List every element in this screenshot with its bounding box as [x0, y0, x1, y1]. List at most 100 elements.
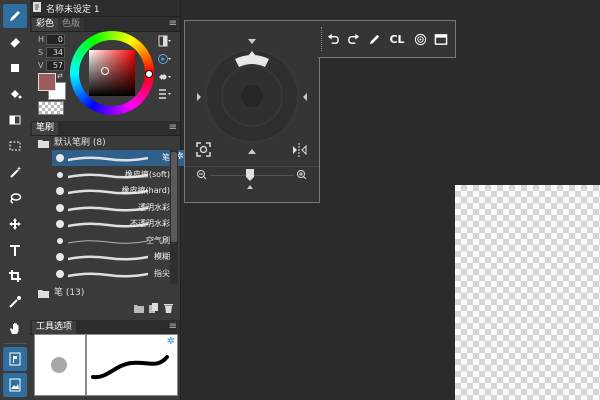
brush-tabbar: 笔刷 ≡	[30, 121, 180, 136]
brush-list-scrollbar[interactable]	[170, 150, 178, 284]
brush-name: 空气刷	[146, 235, 170, 245]
pen-icon	[10, 11, 20, 21]
brush-stroke-preview-icon	[68, 205, 148, 212]
gradient-icon	[9, 115, 21, 125]
undo-icon	[327, 33, 339, 44]
nav-right-arrow-icon[interactable]	[303, 93, 307, 101]
folder-closed-icon	[38, 289, 50, 299]
selection-icon	[9, 141, 21, 151]
magic-wand-icon	[10, 166, 21, 178]
canvas-mode-button[interactable]	[3, 373, 27, 397]
zoom-in-icon[interactable]	[297, 170, 307, 180]
color-tabbar: 彩色 色版 ≡	[30, 17, 180, 32]
selection-tool-button[interactable]	[3, 134, 27, 158]
brush-name: 橡皮擦(hard)	[121, 186, 170, 195]
color-wheel[interactable]	[70, 31, 154, 115]
rectangle-tool-button[interactable]	[3, 56, 27, 80]
color-wheel-mode-icon[interactable]	[158, 53, 172, 65]
lasso-tool-button[interactable]	[3, 186, 27, 210]
brush-stroke-preview-icon	[68, 271, 148, 278]
color-slider-mode-icon[interactable]	[158, 71, 172, 83]
nav-down-arrow-icon[interactable]	[248, 149, 256, 154]
clear-layer-button[interactable]: CL	[388, 32, 406, 46]
brush-name: 模糊	[154, 252, 170, 261]
tab-tool-options[interactable]: 工具选项	[32, 321, 77, 334]
text-icon	[10, 245, 20, 256]
hand-tool-button[interactable]	[3, 316, 27, 340]
brush-folder-default[interactable]: 默认笔刷 (8)	[54, 136, 106, 150]
brush-name: 指尖	[154, 268, 170, 278]
zoom-down-arrow-icon[interactable]	[247, 185, 253, 189]
brush-stroke-preview-icon	[68, 239, 148, 244]
brush-size-dot	[56, 220, 64, 228]
tab-palette[interactable]: 色版	[58, 18, 85, 31]
brush-panel-menu-icon[interactable]: ≡	[169, 122, 177, 133]
brush-size-dot	[57, 171, 63, 178]
lasso-icon	[10, 193, 22, 204]
scroll-thumb[interactable]	[171, 152, 177, 242]
side-panel: 名称未设定 1 彩色 色版 ≡ H 0 S 34 V 57 ⇄ 笔刷 ≡ 默认笔…	[30, 0, 194, 400]
crop-tool-button[interactable]	[3, 264, 27, 288]
saturation-value-square[interactable]	[89, 50, 135, 96]
v-input[interactable]: 57	[46, 60, 65, 71]
redo-button[interactable]	[346, 32, 360, 46]
eyedropper-tool-button[interactable]	[3, 290, 27, 314]
brush-folder-pen[interactable]: 笔 (13)	[54, 286, 84, 300]
new-folder-icon[interactable]	[134, 304, 144, 313]
pen-button[interactable]	[367, 32, 381, 46]
tab-brush[interactable]: 笔刷	[32, 122, 59, 135]
v-label: V	[38, 61, 44, 70]
pencil-icon	[369, 34, 379, 44]
h-label: H	[38, 35, 45, 44]
brush-name: 透明水彩	[138, 202, 170, 212]
hue-picker-marker	[145, 70, 153, 78]
fill-tool-button[interactable]	[3, 82, 27, 106]
brush-size-dot	[56, 203, 64, 212]
folder-open-icon	[38, 139, 50, 149]
fill-bucket-icon	[11, 90, 22, 99]
transparent-color-swatch[interactable]	[38, 101, 64, 115]
brush-settings-gear-icon[interactable]: ✲	[167, 336, 175, 347]
nav-center-disc[interactable]	[241, 85, 263, 107]
tool-bar	[0, 0, 31, 400]
zoom-out-icon[interactable]	[197, 170, 207, 180]
window-button[interactable]	[434, 32, 448, 46]
s-input[interactable]: 34	[46, 47, 65, 58]
tab-color[interactable]: 彩色	[32, 18, 59, 31]
pen-tool-button[interactable]	[3, 4, 27, 28]
brush-size-dot	[57, 237, 63, 244]
gradient-tool-button[interactable]	[3, 108, 27, 132]
nav-up-arrow-icon[interactable]	[248, 39, 256, 44]
eraser-tool-button[interactable]	[3, 30, 27, 54]
tool-options-menu-icon[interactable]: ≡	[169, 321, 177, 332]
undo-button[interactable]	[326, 32, 340, 46]
brush-tip-dot	[51, 357, 67, 373]
tool-options-tabbar: 工具选项 ≡	[30, 320, 180, 335]
color-panel-menu-icon[interactable]: ≡	[169, 18, 177, 29]
flip-horizontal-icon[interactable]	[293, 143, 307, 157]
nav-left-arrow-icon[interactable]	[197, 93, 201, 101]
swap-color-icon[interactable]: ⇄	[57, 72, 63, 80]
brush-stroke-preview[interactable]: ✲	[86, 334, 178, 396]
delete-brush-icon[interactable]	[164, 303, 173, 313]
canvas-transparent-area[interactable]	[455, 185, 600, 400]
duplicate-brush-icon[interactable]	[149, 303, 158, 313]
eyedropper-icon	[9, 296, 21, 308]
brush-size-preview[interactable]	[34, 334, 86, 396]
brush-list: 笔 ✲ 橡皮擦(soft) 橡皮擦(hard) 透明水彩 不透明水彩 空气刷 模糊 指尖	[30, 150, 194, 284]
zoom-slider-thumb[interactable]	[246, 169, 254, 181]
foreground-color-swatch[interactable]	[38, 73, 56, 91]
snap-button[interactable]	[413, 32, 427, 46]
text-tool-button[interactable]	[3, 238, 27, 262]
color-list-mode-icon[interactable]	[158, 88, 172, 100]
redo-icon	[347, 33, 359, 44]
hand-icon	[10, 323, 19, 334]
move-tool-button[interactable]	[3, 212, 27, 236]
fit-view-icon[interactable]	[196, 142, 211, 157]
h-input[interactable]: 0	[46, 34, 65, 45]
brush-size-dot	[56, 187, 64, 195]
layer-mode-button[interactable]	[3, 347, 27, 371]
magic-wand-tool-button[interactable]	[3, 160, 27, 184]
brush-size-dot	[56, 269, 64, 278]
color-mode-icon[interactable]	[158, 35, 172, 47]
